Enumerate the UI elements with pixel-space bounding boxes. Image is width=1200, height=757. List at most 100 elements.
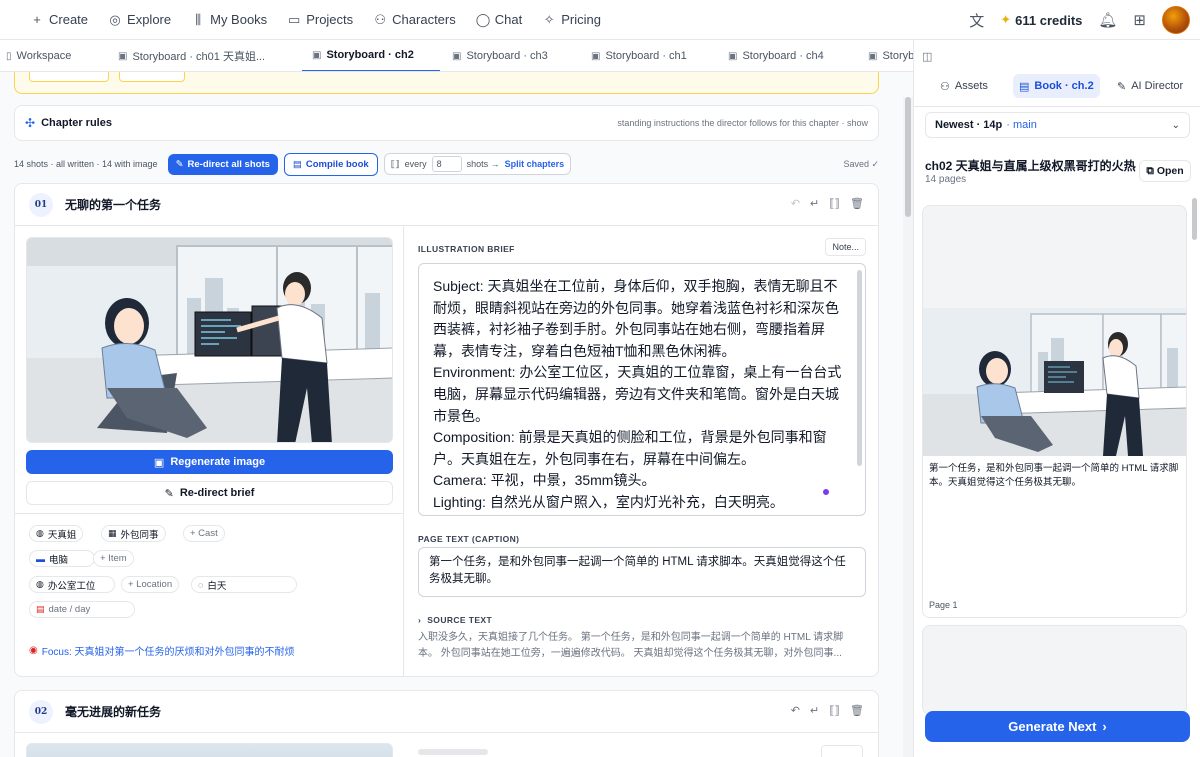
top-nav: + Create ◎ Explore ⫼ My Books ▭ Projects ⚇ Ch… (0, 0, 1200, 40)
book-page-count: 14 pages (925, 174, 967, 185)
trash-icon[interactable]: 🗑︎ (850, 197, 864, 210)
note-button[interactable] (821, 745, 863, 757)
split-chapters-button[interactable]: Split chapters (505, 159, 565, 169)
chapter-rules-hint[interactable]: standing instructions the director follo… (617, 118, 868, 128)
compile-book-button[interactable]: ▤ Compile book (283, 152, 378, 176)
open-label: Open (1156, 165, 1184, 177)
date-input[interactable]: ▤ date / day (29, 601, 135, 618)
nav-pricing[interactable]: ✧ Pricing (542, 12, 601, 28)
panel-scrollbar[interactable] (1192, 198, 1197, 240)
location-chip[interactable]: ◍ 办公室工位 (29, 576, 115, 593)
shot-stats: 14 shots · all written · 14 with image (14, 159, 158, 169)
insert-icon[interactable]: ↵ (810, 704, 819, 717)
tab-storyboard-ch3[interactable]: ▣ Storyboard · ch3 (452, 40, 548, 71)
chapter-rules[interactable]: ✣ Chapter rules standing instructions th… (14, 105, 879, 141)
tab-label: Storyb (882, 50, 913, 62)
storyboard-icon: ▣ (118, 50, 128, 62)
split-icon: ⟦⟧ (390, 158, 400, 169)
tab-storyboard-ch4[interactable]: ▣ Storyboard · ch4 (728, 40, 824, 71)
shot-visual: ▣ Regenerate image ✎ Re-direct brief ◍ 天真姐 … (15, 226, 404, 676)
shot-title[interactable]: 毫无进展的新任务 (65, 703, 161, 720)
tab-label: Storyboard · ch3 (466, 50, 548, 62)
tab-storyboard-ch2[interactable]: ▣ Storyboard · ch2 (302, 40, 440, 71)
add-cast-button[interactable]: + Cast (183, 525, 225, 542)
tab-storyboard-ch01[interactable]: ▣ Storyboard · ch01 天真姐... (118, 40, 265, 71)
regenerate-image-button[interactable]: ▣ Regenerate image (26, 450, 393, 474)
banner-chip[interactable] (119, 72, 185, 82)
tab-workspace[interactable]: ▯ Workspace (6, 40, 72, 71)
book-preview-panel: ◫ ⚇ Assets ▤ Book · ch.2 ✎ AI Director Newe… (913, 40, 1200, 757)
tab-ai-director[interactable]: ✎ AI Director (1111, 74, 1189, 98)
shot-illustration[interactable] (26, 743, 393, 757)
wand-icon: ✎ (1117, 80, 1127, 93)
tab-label: Workspace (16, 50, 72, 62)
sun-icon: ◌ (198, 579, 204, 590)
redirect-brief-button[interactable]: ✎ Re-direct brief (26, 481, 393, 505)
split-icon[interactable]: ⟦⟧ (829, 197, 840, 210)
wand-icon: ✎ (175, 158, 184, 170)
shot-focus[interactable]: ◉ Focus: 天真姐对第一个任务的厌烦和对外包同事的不耐烦 (29, 643, 295, 658)
shot-actions: ↶ ↵ ⟦⟧ 🗑︎ (791, 704, 864, 717)
tab-storyboard-overflow[interactable]: ▣ Storyb (868, 40, 913, 71)
caption-textarea[interactable]: 第一个任务，是和外包同事一起调一个简单的 HTML 请求脚本。天真姐觉得这个任务… (418, 547, 866, 597)
shot-title[interactable]: 无聊的第一个任务 (65, 196, 161, 213)
translate-icon[interactable]: 文 (969, 10, 984, 31)
book-page-card[interactable] (922, 625, 1187, 715)
tab-label: Book · ch.2 (1034, 80, 1094, 92)
grid-icon[interactable]: ⊞ (1133, 11, 1146, 29)
version-select[interactable]: Newest · 14p · main ⌄ (925, 112, 1190, 138)
nav-explore[interactable]: ◎ Explore (108, 12, 171, 28)
nav-my-books[interactable]: ⫼ My Books (191, 12, 267, 28)
credits-badge[interactable]: ✦ 611 credits (1000, 12, 1082, 28)
nav-characters[interactable]: ⚇ Characters (373, 12, 455, 28)
time-chip[interactable]: ◌ 白天 (191, 576, 297, 593)
tab-book[interactable]: ▤ Book · ch.2 (1013, 74, 1100, 98)
panel-toggle-icon[interactable]: ◫ (922, 50, 932, 63)
shot-illustration[interactable] (26, 237, 393, 443)
calendar-icon: ▤ (36, 604, 45, 614)
brief-scrollbar[interactable] (857, 270, 862, 466)
shots-arrow-label: shots → (466, 159, 500, 169)
storyboard-icon: ▣ (591, 50, 601, 62)
cast-chip[interactable]: ◍ 天真姐 (29, 525, 84, 542)
tab-label: Storyboard · ch1 (605, 50, 687, 62)
note-button[interactable]: Note... (825, 238, 866, 256)
panel-tabs: ⚇ Assets ▤ Book · ch.2 ✎ AI Director (914, 74, 1200, 100)
generate-next-button[interactable]: Generate Next › (925, 711, 1190, 742)
insert-icon[interactable]: ↵ (810, 197, 819, 210)
books-icon: ⫼ (195, 11, 202, 27)
caption-label: PAGE TEXT (CAPTION) (418, 534, 520, 544)
shot-header: 02 毫无进展的新任务 ↶ ↵ ⟦⟧ 🗑︎ (15, 691, 878, 733)
divider (914, 106, 1200, 107)
add-location-button[interactable]: + Location (121, 576, 180, 593)
tab-label: Assets (954, 80, 988, 92)
bell-icon[interactable]: 🔔︎ (1098, 11, 1117, 29)
open-book-button[interactable]: ⧉ Open (1139, 160, 1191, 182)
tab-assets[interactable]: ⚇ Assets (934, 74, 994, 98)
nav-create[interactable]: + Create (30, 12, 88, 27)
illustration-brief-textarea[interactable]: Subject: 天真姐坐在工位前，身体后仰，双手抱胸，表情无聊且不耐烦，眼睛斜… (418, 263, 866, 516)
cast-chip[interactable]: ▦ 外包同事 (101, 525, 166, 542)
source-text-toggle[interactable]: › SOURCE TEXT (418, 615, 492, 625)
add-item-button[interactable]: + Item (93, 550, 134, 567)
shot-header: 01 无聊的第一个任务 ↶ ↵ ⟦⟧ 🗑︎ (15, 184, 878, 226)
undo-icon[interactable]: ↶ (791, 197, 800, 210)
nav-projects[interactable]: ▭ Projects (287, 12, 353, 28)
redirect-all-button[interactable]: ✎ Re-direct all shots (167, 153, 278, 175)
book-title: ch02 天真姐与直属上级权黑哥打的火热 (925, 159, 1136, 173)
main-scrollbar-thumb[interactable] (905, 97, 911, 217)
split-icon[interactable]: ⟦⟧ (829, 704, 840, 717)
nav-chat[interactable]: ◯ Chat (476, 12, 522, 28)
item-chip[interactable]: ▬ 电脑 (29, 550, 95, 567)
banner-chip[interactable] (29, 72, 109, 82)
folder-icon: ▭ (288, 11, 301, 27)
nav-pricing-label: Pricing (561, 12, 601, 27)
trash-icon[interactable]: 🗑︎ (850, 704, 864, 717)
book-page-card[interactable]: 第一个任务，是和外包同事一起调一个简单的 HTML 请求脚本。天真姐觉得这个任务… (922, 205, 1187, 618)
avatar[interactable] (1162, 6, 1190, 34)
location-chip-label: 办公室工位 (47, 580, 96, 592)
tab-storyboard-ch1[interactable]: ▣ Storyboard · ch1 (591, 40, 687, 71)
undo-icon[interactable]: ↶ (791, 704, 800, 717)
external-link-icon: ⧉ (1146, 164, 1154, 177)
every-input[interactable]: 8 (431, 156, 462, 172)
